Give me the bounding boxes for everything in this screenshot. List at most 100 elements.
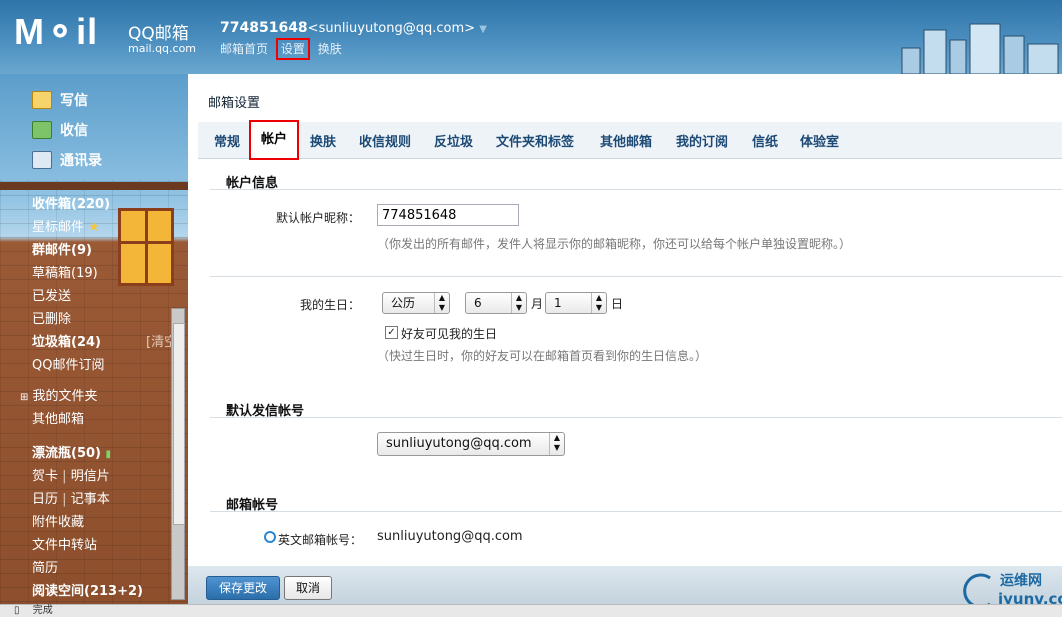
birthday-hint: （快过生日时，你的好友可以在邮箱首页看到你的生日信息。）: [377, 349, 708, 363]
birth-month-value: 6: [474, 296, 482, 310]
logo-product-name: QQ邮箱: [128, 24, 189, 44]
drift-bottle-label: 漂流瓶(50): [32, 446, 101, 461]
greeting-card-label: 贺卡: [32, 469, 59, 484]
bottle-icon: ▮: [105, 449, 112, 460]
default-sender-select[interactable]: sunliuyutong@qq.com ▲ ▼: [377, 432, 565, 456]
tab-mail-rules[interactable]: 收信规则: [359, 131, 411, 150]
my-folders-label: 我的文件夹: [32, 389, 98, 404]
tab-skin[interactable]: 换肤: [310, 131, 336, 150]
english-account-label: 英文邮箱帐号：: [278, 533, 363, 547]
settings-panel: 邮箱设置 常规 帐户 换肤 收信规则 反垃圾 文件夹和标签 其他邮箱 我的订阅 …: [188, 74, 1062, 604]
contacts-label: 通讯录: [60, 153, 102, 169]
folder-inbox[interactable]: 收件箱(220): [32, 193, 110, 212]
receive-inbox-icon: [32, 121, 52, 139]
contacts-card-icon: [32, 151, 52, 169]
expand-plus-icon: ⊞: [20, 392, 29, 403]
birth-day-select[interactable]: 1 ▲ ▼: [545, 292, 607, 314]
tab-my-subscriptions[interactable]: 我的订阅: [676, 131, 728, 150]
folder-junk[interactable]: 垃圾箱(24): [32, 331, 101, 350]
contacts-button[interactable]: 通讯录: [32, 150, 102, 170]
folder-starred-label: 星标邮件: [32, 220, 85, 235]
link-divider: |: [62, 492, 67, 507]
tab-stationery[interactable]: 信纸: [752, 131, 778, 150]
folder-drafts[interactable]: 草稿箱(19): [32, 262, 98, 281]
calendar-type-select[interactable]: 公历 ▲ ▼: [382, 292, 450, 314]
notes-link[interactable]: 记事本: [71, 492, 110, 507]
section-divider: [210, 417, 1062, 418]
city-skyline-illustration: [901, 23, 1059, 74]
sidebar-scrollbar[interactable]: [171, 308, 185, 600]
folder-other-mail[interactable]: 其他邮箱: [32, 408, 84, 427]
save-changes-button[interactable]: 保存更改: [206, 576, 280, 600]
birth-day-value: 1: [554, 296, 562, 310]
tab-labs[interactable]: 体验室: [800, 131, 839, 150]
roof-illustration: [0, 182, 188, 190]
file-transfer-link[interactable]: 文件中转站: [32, 534, 97, 553]
top-nav: 邮箱首页 设置 换肤: [220, 38, 350, 60]
section-divider: [210, 276, 1062, 277]
nickname-label: 默认帐户昵称：: [275, 211, 360, 225]
left-sidebar: 写信 收信 通讯录 收件箱(220) 星标邮件 ★ 群邮件(9) 草稿箱(19)…: [0, 74, 188, 616]
lit-window-illustration: [118, 208, 174, 286]
folder-starred[interactable]: 星标邮件 ★: [32, 216, 100, 235]
qq-mail-logo[interactable]: M⚬il QQ邮箱 mail.qq.com: [14, 11, 196, 56]
sidebar-scroll-thumb[interactable]: [173, 323, 185, 525]
folder-sent[interactable]: 已发送: [32, 285, 71, 304]
nav-skin-link[interactable]: 换肤: [318, 42, 342, 56]
account-header: 774851648<sunliuyutong@qq.com> ▼: [220, 20, 487, 36]
section-divider: [210, 189, 1062, 190]
nav-settings-link[interactable]: 设置: [275, 38, 310, 60]
calendar-link[interactable]: 日历 | 记事本: [32, 488, 110, 507]
qq-mail-globe-icon: [264, 531, 276, 543]
birth-month-select[interactable]: 6 ▲ ▼: [465, 292, 527, 314]
folder-drift-bottle[interactable]: 漂流瓶(50) ▮: [32, 442, 111, 461]
logo-domain: mail.qq.com: [128, 42, 197, 55]
watermark-cn: 运维网: [1000, 573, 1042, 589]
account-email: <sunliuyutong@qq.com>: [307, 21, 476, 36]
tab-folders-labels[interactable]: 文件夹和标签: [496, 131, 574, 150]
updown-arrows-icon: ▲ ▼: [434, 293, 449, 313]
account-dropdown-icon[interactable]: ▼: [479, 24, 487, 35]
calendar-type-value: 公历: [391, 296, 416, 310]
compose-pencil-icon: [32, 91, 52, 109]
reading-space-link[interactable]: 阅读空间(213+2): [32, 580, 143, 599]
tab-general[interactable]: 常规: [214, 131, 240, 150]
friends-visible-label: 好友可见我的生日: [401, 327, 498, 341]
attachments-link[interactable]: 附件收藏: [32, 511, 84, 530]
compose-label: 写信: [60, 93, 88, 109]
status-text: 完成: [32, 605, 53, 616]
day-unit: 日: [611, 297, 624, 311]
receive-mail-button[interactable]: 收信: [32, 120, 88, 140]
tab-other-mailboxes[interactable]: 其他邮箱: [600, 131, 652, 150]
month-unit: 月: [531, 297, 544, 311]
cancel-button[interactable]: 取消: [284, 576, 332, 600]
receive-mail-label: 收信: [60, 123, 88, 139]
tab-anti-spam[interactable]: 反垃圾: [434, 131, 473, 150]
updown-arrows-icon: ▲ ▼: [511, 293, 526, 313]
status-page-icon: ▯: [14, 605, 20, 616]
page-title: 邮箱设置: [208, 96, 261, 111]
birthday-label: 我的生日：: [299, 298, 360, 312]
logo-wordmark: M⚬il: [14, 11, 99, 52]
folder-deleted[interactable]: 已删除: [32, 308, 71, 327]
link-divider: |: [62, 469, 67, 484]
greeting-card-link[interactable]: 贺卡 | 明信片: [32, 465, 110, 484]
my-folders-toggle[interactable]: ⊞ 我的文件夹: [20, 385, 98, 404]
nav-mail-home-link[interactable]: 邮箱首页: [220, 42, 268, 56]
section-divider: [210, 511, 1062, 512]
tab-account[interactable]: 帐户: [248, 120, 300, 160]
folder-qq-subscriptions[interactable]: QQ邮件订阅: [32, 354, 104, 373]
account-id: 774851648: [220, 20, 308, 36]
top-banner: M⚬il QQ邮箱 mail.qq.com 774851648<sunliuyu…: [0, 0, 1062, 74]
folder-group-mail[interactable]: 群邮件(9): [32, 239, 92, 258]
compose-button[interactable]: 写信: [32, 90, 88, 110]
updown-arrows-icon: ▲ ▼: [549, 433, 564, 455]
nickname-input[interactable]: [377, 204, 519, 226]
postcard-link[interactable]: 明信片: [71, 469, 110, 484]
settings-tabs: 常规 帐户 换肤 收信规则 反垃圾 文件夹和标签 其他邮箱 我的订阅 信纸 体验…: [198, 120, 1062, 160]
resume-link[interactable]: 简历: [32, 557, 58, 576]
star-icon: ★: [88, 220, 100, 235]
nickname-hint: （你发出的所有邮件，发件人将显示你的邮箱昵称，你还可以给每个帐户单独设置昵称。）: [377, 237, 852, 251]
calendar-label: 日历: [32, 492, 59, 507]
friends-visible-checkbox[interactable]: ✓: [385, 326, 398, 339]
